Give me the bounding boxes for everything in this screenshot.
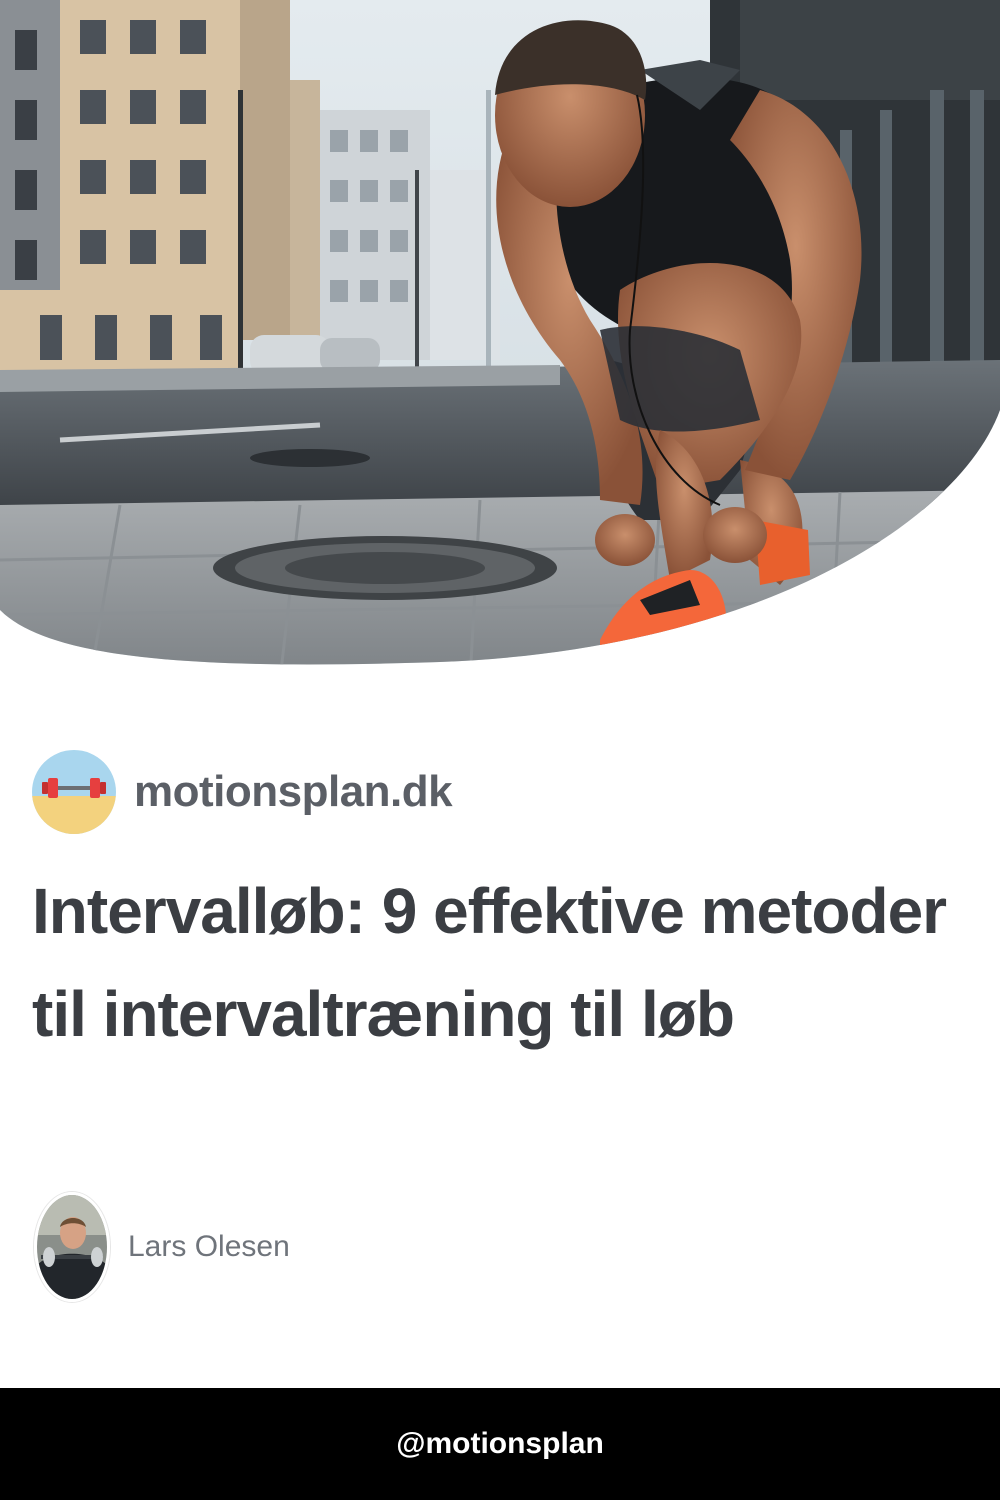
article-title: Intervalløb: 9 effektive metoder til int…	[32, 875, 947, 1050]
author-byline[interactable]: Lars Olesen	[34, 1192, 290, 1302]
site-name: motionsplan.dk	[134, 767, 453, 816]
footer-bar: @motionsplan	[0, 1388, 1000, 1500]
hero-image	[0, 0, 1000, 680]
author-avatar	[34, 1192, 110, 1302]
social-handle[interactable]: @motionsplan	[396, 1427, 604, 1461]
author-name: Lars Olesen	[128, 1230, 290, 1263]
site-brand[interactable]: motionsplan.dk	[32, 750, 453, 834]
barbell-beach-icon	[32, 750, 116, 834]
